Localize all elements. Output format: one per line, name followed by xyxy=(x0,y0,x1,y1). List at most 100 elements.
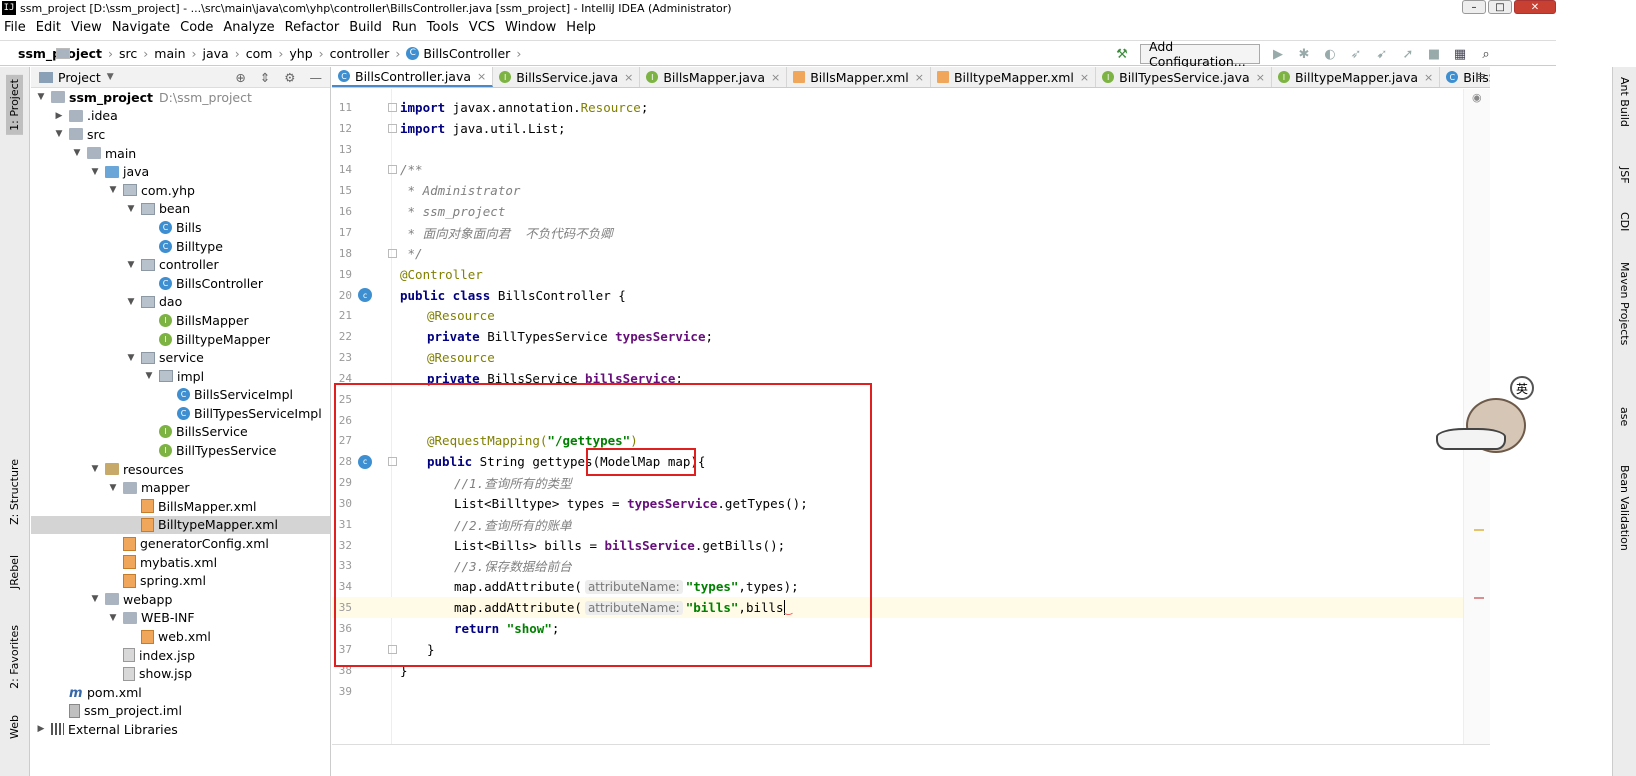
tree-item[interactable]: I BillTypesService xyxy=(31,441,330,460)
tree-item[interactable]: index.jsp xyxy=(31,646,330,665)
tree-item[interactable]: C BillTypesServiceImpl xyxy=(31,404,330,423)
menu-file[interactable]: File xyxy=(4,20,26,35)
favorites-tool-button[interactable]: 2: Favorites xyxy=(8,625,21,689)
breadcrumb-java[interactable]: java xyxy=(203,46,229,61)
tree-item[interactable]: ▼ com.yhp xyxy=(31,181,330,200)
profile-icon[interactable]: ➶ xyxy=(1348,46,1364,62)
tree-item[interactable]: ▼ resources xyxy=(31,460,330,479)
tree-item[interactable]: ▶ .idea xyxy=(31,107,330,126)
request-mapping-icon[interactable]: c xyxy=(358,454,372,469)
cdi-tool-button[interactable]: CDI xyxy=(1618,212,1631,231)
project-structure-icon[interactable]: ▦ xyxy=(1452,46,1468,62)
menu-run[interactable]: Run xyxy=(392,20,417,35)
tab-billsmapper-xml[interactable]: BillsMapper.xml × xyxy=(787,67,931,87)
spring-bean-icon[interactable]: c xyxy=(358,288,372,303)
menu-tools[interactable]: Tools xyxy=(427,20,459,35)
tree-item[interactable]: show.jsp xyxy=(31,664,330,683)
project-panel-title[interactable]: Project xyxy=(58,70,101,85)
jrebel-tool-button[interactable]: JRebel xyxy=(8,555,21,589)
breadcrumb-src[interactable]: src xyxy=(119,46,137,61)
menu-window[interactable]: Window xyxy=(505,20,556,35)
tree-item[interactable]: ▼ WEB-INF xyxy=(31,609,330,628)
ant-build-tool-button[interactable]: Ant Build xyxy=(1618,77,1631,127)
tree-item[interactable]: C Billtype xyxy=(31,237,330,256)
tab-billtypesservice[interactable]: I BillTypesService.java × xyxy=(1096,67,1272,87)
tree-item[interactable]: I BillsService xyxy=(31,423,330,442)
tree-item[interactable]: ▼ mapper xyxy=(31,478,330,497)
tree-item[interactable]: BillsMapper.xml xyxy=(31,497,330,516)
tree-item[interactable]: ▼ bean xyxy=(31,200,330,219)
chevron-down-icon[interactable]: ▼ xyxy=(107,72,114,82)
build-hammer-icon[interactable]: ⚒ xyxy=(1114,46,1130,62)
menu-analyze[interactable]: Analyze xyxy=(223,20,274,35)
close-window-button[interactable]: ✕ xyxy=(1514,0,1556,14)
close-icon[interactable]: × xyxy=(1080,71,1089,84)
database-tool-button[interactable]: ase xyxy=(1618,407,1631,426)
tab-overflow-icon[interactable]: ≡ xyxy=(1477,70,1486,83)
tab-billtypemapper-java[interactable]: I BilltypeMapper.java × xyxy=(1272,67,1441,87)
tree-item[interactable]: ▼ java xyxy=(31,162,330,181)
web-tool-button[interactable]: Web xyxy=(8,715,21,739)
collapse-icon[interactable]: ⇕ xyxy=(260,70,270,85)
tree-item[interactable]: ▼ ssm_project D:\ssm_project xyxy=(31,88,330,107)
close-icon[interactable]: × xyxy=(915,71,924,84)
fold-icon[interactable] xyxy=(388,165,397,175)
tree-item[interactable]: generatorConfig.xml xyxy=(31,534,330,553)
tree-item[interactable]: ▼ src xyxy=(31,125,330,144)
close-icon[interactable]: × xyxy=(1256,71,1265,84)
close-icon[interactable]: × xyxy=(477,70,486,83)
tree-item-selected[interactable]: BilltypeMapper.xml xyxy=(31,515,330,535)
locate-icon[interactable]: ⊕ xyxy=(235,70,245,85)
fold-icon[interactable] xyxy=(388,248,397,258)
close-icon[interactable]: × xyxy=(624,71,633,84)
tree-item[interactable]: ▼ main xyxy=(31,144,330,163)
tab-billtypemapper-xml[interactable]: BilltypeMapper.xml × xyxy=(931,67,1097,87)
code-editor[interactable]: 11 import javax.annotation.Resource; 12 im… xyxy=(332,89,1463,744)
tab-billsservice[interactable]: I BillsService.java × xyxy=(493,67,641,87)
tree-item[interactable]: ▼ impl xyxy=(31,367,330,386)
attach-icon[interactable]: ➹ xyxy=(1374,46,1390,62)
debug-icon[interactable]: ✱ xyxy=(1296,46,1312,62)
jsf-tool-button[interactable]: JSF xyxy=(1618,167,1631,184)
stop-icon[interactable]: ■ xyxy=(1426,46,1442,62)
gear-icon[interactable]: ⚙ xyxy=(284,70,295,85)
maven-projects-tool-button[interactable]: Maven Projects xyxy=(1618,262,1631,345)
fold-icon[interactable] xyxy=(388,102,397,112)
eye-icon[interactable]: ◉ xyxy=(1472,91,1482,104)
breadcrumb-main[interactable]: main xyxy=(154,46,185,61)
tree-item[interactable]: C Bills xyxy=(31,218,330,237)
menu-navigate[interactable]: Navigate xyxy=(112,20,170,35)
menu-help[interactable]: Help xyxy=(566,20,596,35)
maximize-button[interactable]: □ xyxy=(1488,0,1512,14)
jrebel-icon[interactable]: ➚ xyxy=(1400,46,1416,62)
tab-billscontroller[interactable]: C BillsController.java × xyxy=(332,67,494,87)
tree-item[interactable]: ▼ webapp xyxy=(31,590,330,609)
tree-item[interactable]: C BillsServiceImpl xyxy=(31,386,330,405)
coverage-icon[interactable]: ◐ xyxy=(1322,46,1338,62)
menu-vcs[interactable]: VCS xyxy=(469,20,495,35)
project-tool-button[interactable]: 1: Project xyxy=(6,75,23,135)
close-icon[interactable]: × xyxy=(1424,71,1433,84)
menu-code[interactable]: Code xyxy=(180,20,213,35)
tree-item[interactable]: spring.xml xyxy=(31,571,330,590)
close-icon[interactable]: × xyxy=(771,71,780,84)
tree-item[interactable]: m pom.xml xyxy=(31,683,330,702)
breadcrumb-controller[interactable]: controller xyxy=(330,46,390,61)
tree-item[interactable]: C BillsController xyxy=(31,274,330,293)
menu-refactor[interactable]: Refactor xyxy=(285,20,340,35)
minimize-button[interactable]: – xyxy=(1462,0,1486,14)
fold-icon[interactable] xyxy=(388,644,397,654)
fold-icon[interactable] xyxy=(388,457,397,467)
search-icon[interactable]: ⌕ xyxy=(1478,46,1494,62)
menu-view[interactable]: View xyxy=(71,20,102,35)
tab-billsmapper-java[interactable]: I BillsMapper.java × xyxy=(640,67,788,87)
add-configuration-button[interactable]: Add Configuration... xyxy=(1140,39,1260,69)
hide-icon[interactable]: — xyxy=(310,70,323,85)
run-icon[interactable]: ▶ xyxy=(1270,46,1286,62)
ime-badge[interactable]: 英 xyxy=(1510,376,1534,400)
tree-item[interactable]: ssm_project.iml xyxy=(31,702,330,721)
warning-marker[interactable] xyxy=(1474,529,1484,531)
fold-icon[interactable] xyxy=(388,123,397,133)
error-marker[interactable] xyxy=(1474,597,1484,599)
bean-validation-tool-button[interactable]: Bean Validation xyxy=(1618,465,1631,551)
